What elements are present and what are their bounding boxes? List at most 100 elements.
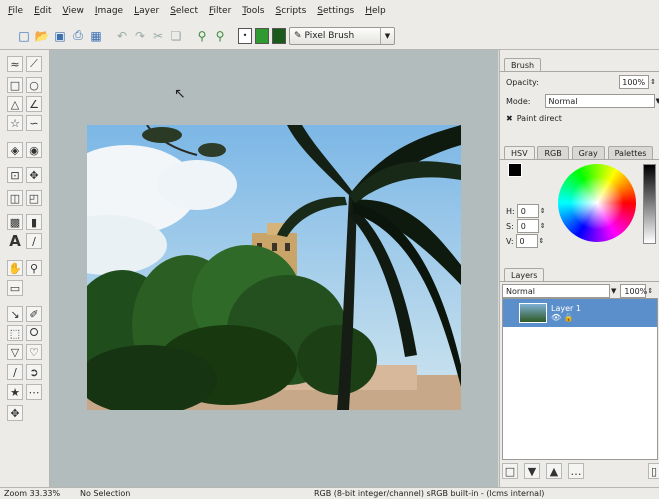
paint-direct-checkbox[interactable]: ✖ — [506, 114, 513, 123]
save-icon[interactable]: ▣ — [52, 28, 68, 44]
color-swatch-tool-icon[interactable]: ▮ — [26, 214, 42, 230]
menu-image[interactable]: Image — [95, 6, 123, 16]
move-layer-down-icon[interactable]: ▼ — [524, 463, 540, 479]
magic-wand-icon[interactable]: ★ — [7, 384, 23, 400]
polygon-tool-icon[interactable]: △ — [7, 96, 23, 112]
ellipse-select-tool-icon[interactable]: ⭘ — [26, 325, 42, 341]
layer-properties-icon[interactable]: … — [568, 463, 584, 479]
star-tool-icon[interactable]: ☆ — [7, 115, 23, 131]
fill-tool-icon[interactable]: ◈ — [7, 142, 23, 158]
layer-row[interactable]: Layer 1 👁 🔒 — [503, 299, 657, 327]
transform-tool-icon[interactable]: ◫ — [7, 190, 23, 206]
value-slider[interactable] — [643, 164, 656, 244]
color-tabs: HSV RGB Gray Palettes — [504, 146, 654, 160]
rectangle-tool-icon[interactable]: □ — [7, 77, 23, 93]
print-icon[interactable]: ⎙ — [70, 28, 86, 44]
tab-brush[interactable]: Brush — [504, 58, 542, 72]
move-selection-icon[interactable]: ✥ — [7, 405, 23, 421]
move-tool-icon[interactable]: ✥ — [26, 167, 42, 183]
paint-direct-row: ✖ Paint direct — [506, 114, 562, 123]
delete-layer-icon[interactable]: ▯ — [648, 463, 659, 479]
s-field[interactable]: 0 — [516, 219, 539, 233]
chevron-down-icon[interactable]: ▼ — [611, 287, 616, 295]
fg-color-chip[interactable] — [508, 163, 522, 177]
pan-tool-icon[interactable]: ✋ — [7, 260, 23, 276]
h-spinner-icon[interactable]: ⇕ — [540, 207, 546, 215]
opacity-spinner-icon[interactable]: ⇕ — [650, 78, 656, 86]
perspective-tool-icon[interactable]: ◰ — [26, 190, 42, 206]
measure-tool-icon[interactable]: ▭ — [7, 280, 23, 296]
crop-tool-icon[interactable]: ⊡ — [7, 167, 23, 183]
image-document[interactable] — [87, 125, 461, 410]
zoom-in-icon[interactable]: ⚲ — [194, 28, 210, 44]
tab-rgb[interactable]: RGB — [537, 146, 569, 160]
menu-file[interactable]: File — [8, 6, 23, 16]
layer-visibility-icon[interactable]: 👁 🔒 — [551, 313, 581, 322]
curve-tool-icon[interactable]: ∽ — [26, 115, 42, 131]
layer-list[interactable]: Layer 1 👁 🔒 — [502, 298, 658, 460]
polyline-tool-icon[interactable]: ∠ — [26, 96, 42, 112]
text-tool-icon[interactable]: A — [7, 232, 23, 250]
menu-filter[interactable]: Filter — [209, 6, 231, 16]
open-icon[interactable]: 📂 — [34, 28, 50, 44]
zoom-out-icon[interactable]: ⚲ — [212, 28, 228, 44]
layer-opacity-spinner-icon[interactable]: ⇕ — [647, 287, 653, 295]
menu-layer[interactable]: Layer — [134, 6, 159, 16]
mode-select[interactable]: Normal — [544, 94, 655, 108]
h-field[interactable]: 0 — [516, 204, 539, 218]
photo-garden-palm — [87, 125, 461, 410]
opacity-row: Opacity: 100% ⇕ — [506, 75, 656, 89]
polygon-select-tool-icon[interactable]: ▽ — [7, 344, 23, 360]
zoom-tool-icon[interactable]: ⚲ — [26, 260, 42, 276]
menu-view[interactable]: View — [63, 6, 84, 16]
scan-icon[interactable]: ▦ — [88, 28, 104, 44]
layer-opacity-field[interactable]: 100% — [620, 284, 647, 298]
copy-icon[interactable]: ❏ — [168, 28, 184, 44]
paint-tool-icon[interactable]: ▩ — [7, 214, 23, 230]
canvas-area[interactable]: ↖ — [50, 50, 498, 487]
mouse-pointer-icon: ↖ — [174, 86, 186, 102]
redo-icon[interactable]: ↷ — [132, 28, 148, 44]
s-spinner-icon[interactable]: ⇕ — [540, 222, 546, 230]
v-field[interactable]: 0 — [515, 234, 538, 248]
colorspace-status: RGB (8-bit integer/channel) sRGB built-i… — [314, 489, 545, 498]
similar-select-tool-icon[interactable]: ⋯ — [26, 384, 42, 400]
ellipse-tool-icon[interactable]: ○ — [26, 77, 42, 93]
menu-edit[interactable]: Edit — [34, 6, 51, 16]
tab-palettes[interactable]: Palettes — [607, 146, 654, 160]
bezier-select-tool-icon[interactable]: ➲ — [26, 364, 42, 380]
chevron-down-icon[interactable]: ▼ — [656, 97, 659, 105]
rect-select-tool-icon[interactable]: ⬚ — [7, 325, 23, 341]
hue-wheel[interactable] — [558, 164, 636, 242]
tab-hsv[interactable]: HSV — [504, 146, 535, 160]
line-tool-icon[interactable]: ⟋ — [26, 56, 42, 72]
tab-gray[interactable]: Gray — [571, 146, 605, 160]
background-color-swatch[interactable] — [272, 27, 286, 44]
outline-select-tool-icon[interactable]: ♡ — [26, 344, 42, 360]
swap-colors-button[interactable]: • — [238, 27, 252, 44]
color-picker-icon[interactable]: ∕ — [26, 233, 42, 249]
tab-layers[interactable]: Layers — [504, 268, 545, 282]
brush-preset-select[interactable]: ✎ Pixel Brush ▼ — [289, 26, 395, 45]
new-layer-icon[interactable]: □ — [502, 463, 518, 479]
select-brush-tool-icon[interactable]: ✐ — [26, 306, 42, 322]
undo-icon[interactable]: ↶ — [114, 28, 130, 44]
v-label: V: — [506, 236, 514, 246]
path-select-tool-icon[interactable]: ∕ — [7, 364, 23, 380]
opacity-field[interactable]: 100% — [619, 75, 650, 89]
menu-scripts[interactable]: Scripts — [275, 6, 306, 16]
menu-help[interactable]: Help — [365, 6, 386, 16]
foreground-color-swatch[interactable] — [255, 27, 269, 44]
cut-icon[interactable]: ✂ — [150, 28, 166, 44]
move-layer-up-icon[interactable]: ▲ — [546, 463, 562, 479]
menu-settings[interactable]: Settings — [317, 6, 354, 16]
freehand-tool-icon[interactable]: ≈ — [7, 56, 23, 72]
menu-select[interactable]: Select — [170, 6, 198, 16]
gradient-tool-icon[interactable]: ◉ — [26, 142, 42, 158]
status-bar: Zoom 33.33% No Selection RGB (8-bit inte… — [0, 487, 659, 499]
layer-mode-select[interactable]: Normal — [502, 284, 610, 298]
v-spinner-icon[interactable]: ⇕ — [539, 237, 545, 245]
menu-tools[interactable]: Tools — [242, 6, 264, 16]
new-document-icon[interactable]: □ — [16, 28, 32, 44]
select-path-tool-icon[interactable]: ↘ — [7, 306, 23, 322]
